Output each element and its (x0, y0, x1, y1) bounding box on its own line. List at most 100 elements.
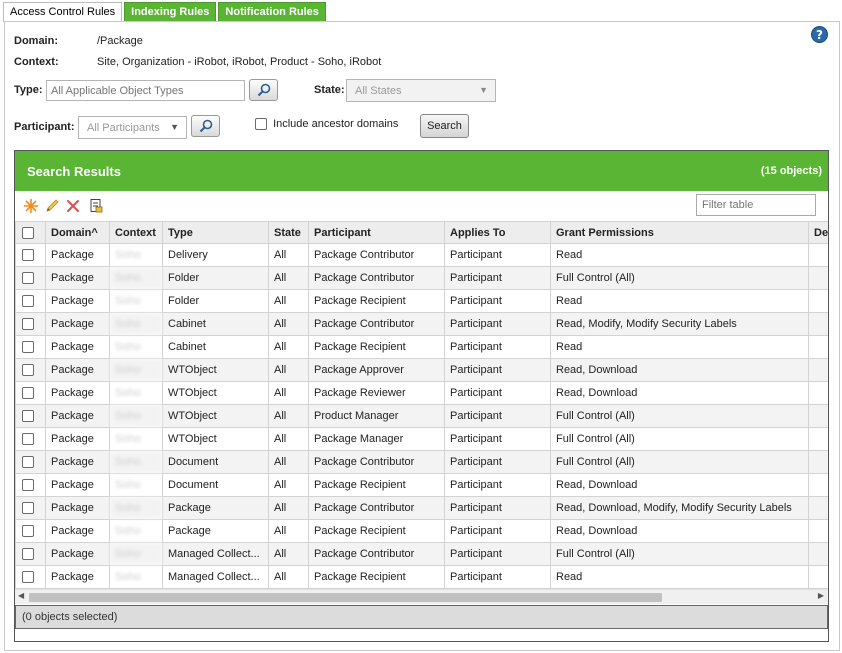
new-rule-icon[interactable] (23, 198, 39, 214)
row-checkbox[interactable] (22, 341, 34, 354)
row-checkbox[interactable] (22, 295, 34, 308)
tab-notification-rules[interactable]: Notification Rules (218, 2, 326, 22)
table-row[interactable]: Package Soho Managed Collect... All Package … (15, 565, 828, 589)
table-row[interactable]: Package Soho Document All Package Contributo… (15, 450, 828, 474)
cell-description (808, 335, 828, 359)
selection-status: (0 objects selected) (15, 605, 828, 629)
column-header-domain[interactable]: Domain^ (45, 221, 110, 244)
results-count: (15 objects) (760, 165, 822, 177)
cell-select (15, 565, 46, 589)
cell-domain: Package (45, 542, 110, 566)
row-checkbox[interactable] (22, 272, 34, 285)
type-search-button[interactable] (249, 79, 278, 101)
row-checkbox[interactable] (22, 571, 34, 584)
cell-description (808, 358, 828, 382)
cell-context: Soho (109, 450, 163, 474)
cell-grant-permissions: Read (550, 289, 809, 313)
column-header-context[interactable]: Context (109, 221, 163, 244)
cell-select (15, 496, 46, 520)
cell-state: All (268, 519, 309, 543)
scroll-left-icon[interactable]: ◀ (18, 591, 24, 600)
delete-x-icon[interactable] (65, 198, 81, 214)
table-row[interactable]: Package Soho Package All Package Recipient Pa… (15, 519, 828, 543)
row-checkbox[interactable] (22, 249, 34, 262)
tab-access-control-rules[interactable]: Access Control Rules (3, 2, 123, 22)
edit-pencil-icon[interactable] (44, 198, 60, 214)
table-row[interactable]: Package Soho Folder All Package Contributor P… (15, 266, 828, 290)
participant-select[interactable]: All Participants ▼ (78, 116, 187, 139)
column-header-state[interactable]: State (268, 221, 309, 244)
table-row[interactable]: Package Soho Delivery All Package Contributo… (15, 243, 828, 267)
select-all-checkbox[interactable] (22, 226, 34, 239)
cell-applies-to: Participant (444, 519, 551, 543)
column-header-description[interactable]: De (808, 221, 828, 244)
cell-domain: Package (45, 450, 110, 474)
table-row[interactable]: Package Soho WTObject All Package Manager Par… (15, 427, 828, 451)
row-checkbox[interactable] (22, 318, 34, 331)
cell-description (808, 266, 828, 290)
table-row[interactable]: Package Soho WTObject All Product Manager Par… (15, 404, 828, 428)
cell-context: Soho (109, 312, 163, 336)
cell-participant: Package Recipient (308, 289, 445, 313)
scroll-right-icon[interactable]: ▶ (818, 591, 824, 600)
table-row[interactable]: Package Soho WTObject All Package Approver Pa… (15, 358, 828, 382)
cell-context: Soho (109, 473, 163, 497)
tab-indexing-rules[interactable]: Indexing Rules (124, 2, 217, 22)
cell-state: All (268, 312, 309, 336)
context-value: Site, Organization - iRobot, iRobot, Pro… (97, 56, 382, 68)
filter-table-input[interactable] (696, 194, 816, 216)
cell-context: Soho (109, 243, 163, 267)
cell-grant-permissions: Full Control (All) (550, 450, 809, 474)
cell-state: All (268, 565, 309, 589)
cell-participant: Product Manager (308, 404, 445, 428)
export-list-icon[interactable] (88, 198, 104, 214)
column-header-type[interactable]: Type (162, 221, 269, 244)
cell-type: Package (162, 496, 269, 520)
cell-grant-permissions: Full Control (All) (550, 266, 809, 290)
cell-context: Soho (109, 266, 163, 290)
type-input[interactable] (46, 80, 245, 101)
cell-state: All (268, 542, 309, 566)
table-row[interactable]: Package Soho Managed Collect... All Package … (15, 542, 828, 566)
scrollbar-thumb[interactable] (29, 593, 662, 602)
help-question-icon[interactable]: ? (811, 26, 828, 43)
row-checkbox[interactable] (22, 525, 34, 538)
column-header-participant[interactable]: Participant (308, 221, 445, 244)
search-button[interactable]: Search (420, 114, 469, 138)
cell-select (15, 358, 46, 382)
row-checkbox[interactable] (22, 387, 34, 400)
cell-grant-permissions: Read, Modify, Modify Security Labels (550, 312, 809, 336)
table-row[interactable]: Package Soho WTObject All Package Reviewer Pa… (15, 381, 828, 405)
table-row[interactable]: Package Soho Document All Package Recipient P… (15, 473, 828, 497)
row-checkbox[interactable] (22, 410, 34, 423)
cell-description (808, 404, 828, 428)
state-select[interactable]: All States ▼ (346, 79, 496, 102)
table-row[interactable]: Package Soho Package All Package Contributor… (15, 496, 828, 520)
column-header-applies-to[interactable]: Applies To (444, 221, 551, 244)
table-row[interactable]: Package Soho Cabinet All Package Contributor… (15, 312, 828, 336)
cell-participant: Package Contributor (308, 266, 445, 290)
cell-type: WTObject (162, 404, 269, 428)
column-header-grant-permissions[interactable]: Grant Permissions (550, 221, 809, 244)
results-title: Search Results (27, 164, 121, 179)
horizontal-scrollbar[interactable]: ◀ ▶ (15, 589, 828, 604)
table-row[interactable]: Package Soho Folder All Package Recipient Par… (15, 289, 828, 313)
row-checkbox[interactable] (22, 479, 34, 492)
row-checkbox[interactable] (22, 502, 34, 515)
state-label: State: (314, 84, 345, 96)
row-checkbox[interactable] (22, 364, 34, 377)
row-checkbox[interactable] (22, 456, 34, 469)
cell-domain: Package (45, 519, 110, 543)
row-checkbox[interactable] (22, 433, 34, 446)
cell-description (808, 243, 828, 267)
tab-bar: Access Control Rules Indexing Rules Noti… (3, 2, 328, 22)
cell-participant: Package Contributor (308, 542, 445, 566)
include-ancestor-checkbox[interactable] (255, 118, 267, 131)
row-checkbox[interactable] (22, 548, 34, 561)
include-ancestor-label: Include ancestor domains (273, 118, 399, 130)
cell-domain: Package (45, 289, 110, 313)
participant-search-button[interactable] (191, 115, 220, 137)
table-row[interactable]: Package Soho Cabinet All Package Recipient Pa… (15, 335, 828, 359)
cell-context: Soho (109, 404, 163, 428)
cell-state: All (268, 335, 309, 359)
